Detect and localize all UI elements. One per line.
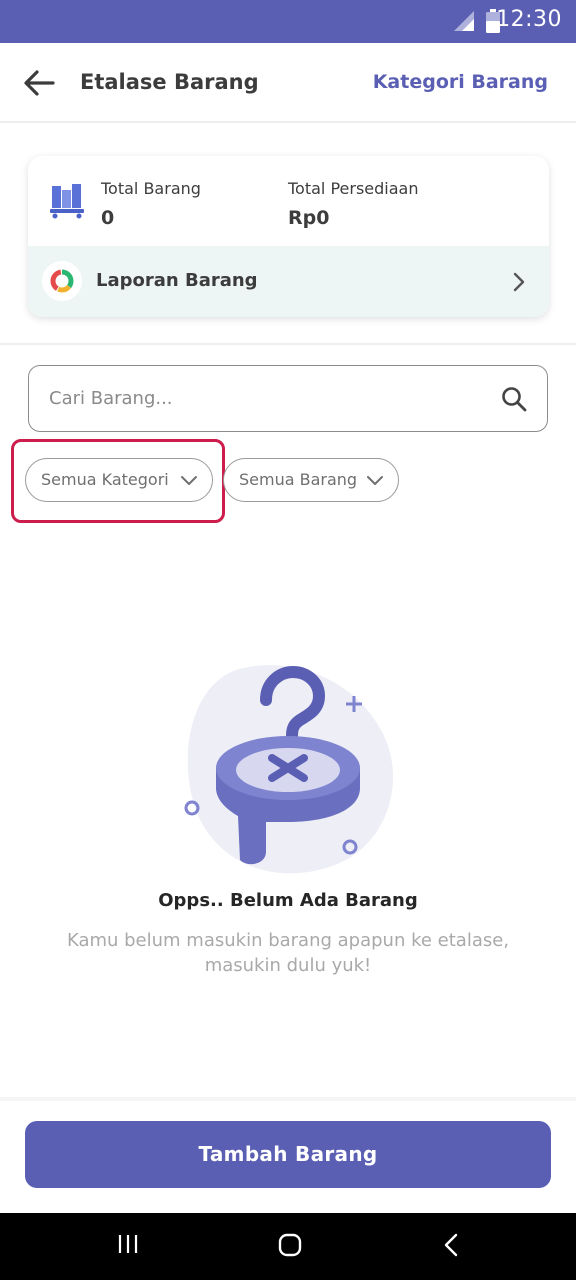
- total-stock-value: Rp0: [288, 207, 330, 229]
- back-arrow-icon[interactable]: [22, 68, 56, 98]
- search-input[interactable]: [49, 366, 489, 430]
- total-stock-label: Total Persediaan: [288, 179, 419, 198]
- search-icon[interactable]: [501, 386, 527, 412]
- total-items-value: 0: [101, 207, 115, 229]
- search-box: [28, 365, 548, 432]
- status-bar: 12:30: [0, 0, 576, 43]
- status-time: 12:30: [496, 7, 562, 32]
- summary-card: Total Barang 0 Total Persediaan Rp0 Lapo…: [28, 156, 549, 317]
- chevron-down-icon: [367, 476, 383, 485]
- item-filter-dropdown[interactable]: Semua Barang: [223, 458, 399, 502]
- category-filter-dropdown[interactable]: Semua Kategori: [25, 458, 213, 502]
- page-title: Etalase Barang: [80, 70, 259, 94]
- empty-state-description: Kamu belum masukin barang apapun ke etal…: [66, 930, 510, 976]
- signal-icon: [454, 11, 474, 31]
- recent-apps-icon[interactable]: [117, 1233, 139, 1255]
- item-filter-label: Semua Barang: [239, 470, 358, 489]
- report-row[interactable]: Laporan Barang: [28, 246, 549, 317]
- category-filter-label: Semua Kategori: [41, 470, 169, 489]
- empty-search-illustration: [184, 665, 394, 874]
- section-divider: [0, 343, 576, 345]
- home-icon[interactable]: [278, 1233, 302, 1257]
- system-nav-bar: [0, 1213, 576, 1280]
- category-link[interactable]: Kategori Barang: [373, 71, 548, 93]
- chevron-right-icon: [513, 272, 525, 292]
- total-items-label: Total Barang: [101, 179, 201, 198]
- report-pie-icon: [42, 261, 82, 301]
- app-header: Etalase Barang Kategori Barang: [0, 43, 576, 123]
- inventory-icon: [50, 184, 84, 219]
- chevron-down-icon: [181, 476, 197, 485]
- report-label: Laporan Barang: [96, 270, 258, 291]
- add-item-button[interactable]: Tambah Barang: [25, 1121, 551, 1188]
- empty-state-title: Opps.. Belum Ada Barang: [158, 890, 418, 911]
- back-nav-icon[interactable]: [443, 1233, 459, 1257]
